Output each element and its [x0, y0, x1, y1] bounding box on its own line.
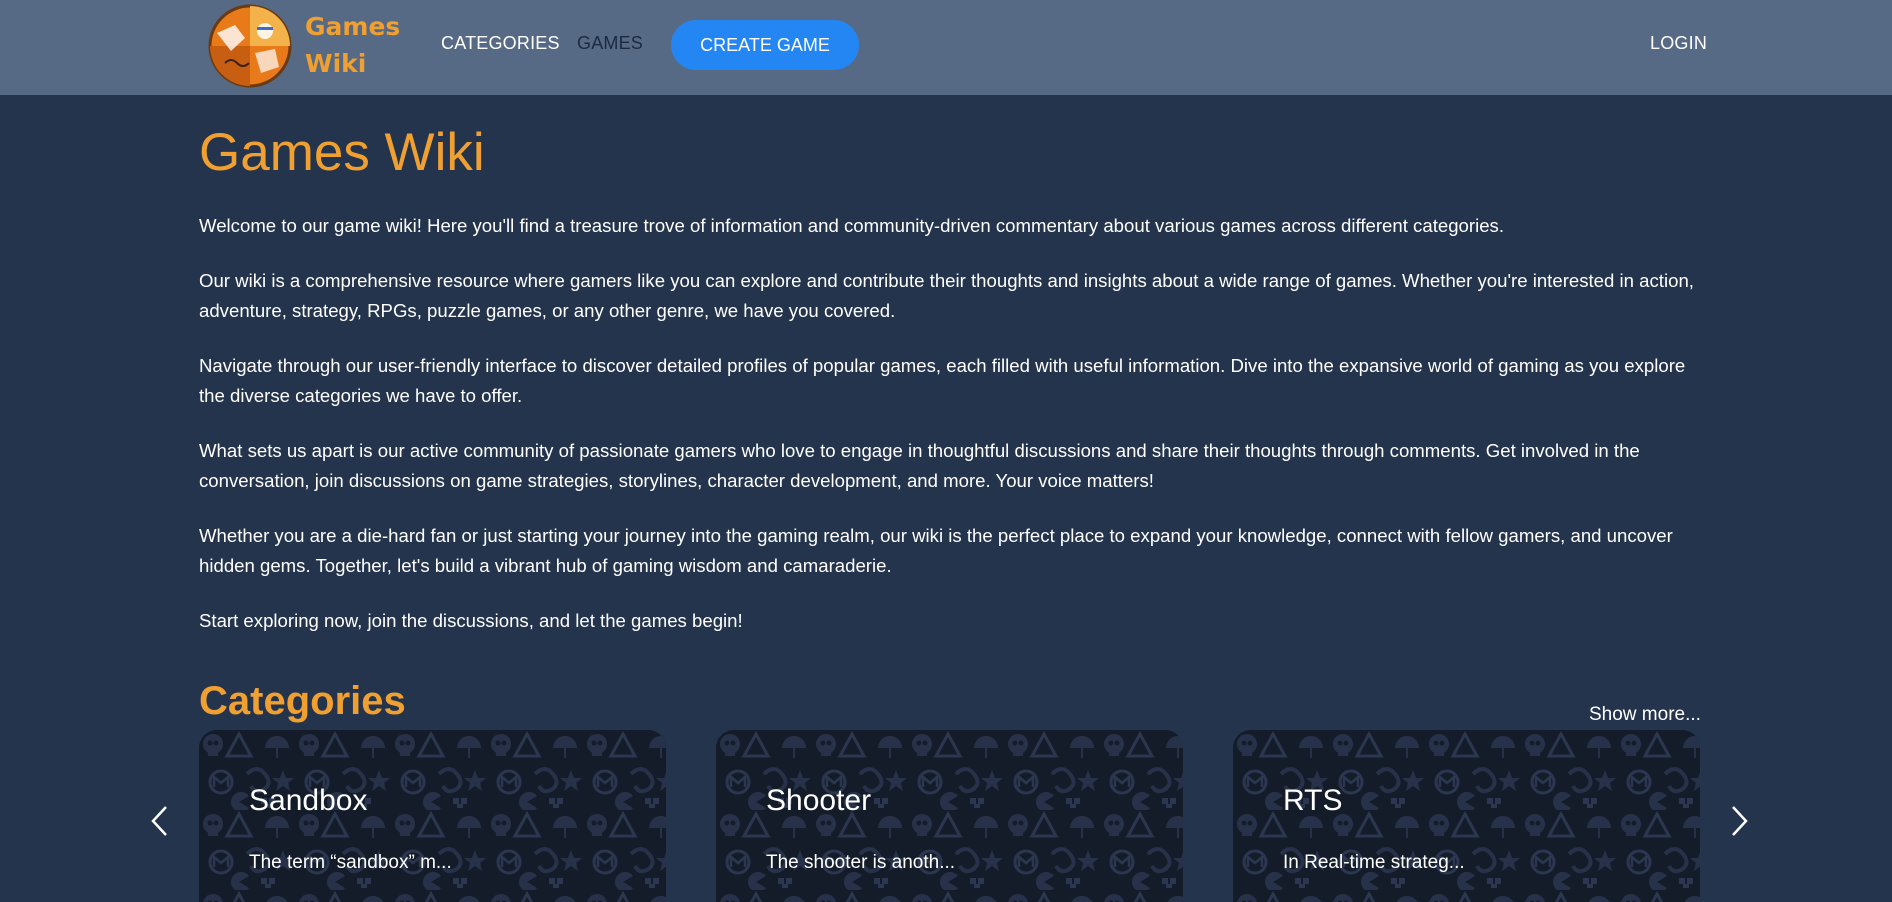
category-card-rts[interactable]: RTS In Real-time strateg...: [1233, 730, 1700, 902]
category-card-description: The term “sandbox” m...: [249, 852, 452, 873]
brand-line-2: Wiki: [305, 49, 367, 78]
intro-text: Welcome to our game wiki! Here you'll fi…: [199, 211, 1699, 661]
category-card-title: RTS: [1283, 784, 1343, 817]
intro-paragraph: Our wiki is a comprehensive resource whe…: [199, 270, 1694, 321]
brand-line-1: Games: [305, 12, 401, 41]
create-game-button[interactable]: CREATE GAME: [671, 20, 859, 70]
chevron-left-icon[interactable]: [148, 804, 172, 838]
brand-name[interactable]: Games Wiki: [305, 8, 400, 82]
intro-paragraph: Welcome to our game wiki! Here you'll fi…: [199, 215, 1505, 236]
chevron-right-icon[interactable]: [1727, 804, 1751, 838]
nav-categories-link[interactable]: CATEGORIES: [441, 33, 560, 54]
categories-heading: Categories: [199, 679, 406, 723]
login-link[interactable]: LOGIN: [1650, 33, 1707, 54]
intro-paragraph: Navigate through our user-friendly inter…: [199, 355, 1686, 406]
category-card-description: In Real-time strateg...: [1283, 852, 1465, 873]
show-more-link[interactable]: Show more...: [1589, 704, 1701, 726]
nav-games-link[interactable]: GAMES: [577, 33, 643, 54]
category-card-title: Shooter: [766, 784, 872, 817]
intro-paragraph: Start exploring now, join the discussion…: [199, 610, 743, 631]
games-wiki-logo[interactable]: [205, 3, 295, 89]
page-title: Games Wiki: [199, 123, 485, 182]
category-card-shooter[interactable]: Shooter The shooter is anoth...: [716, 730, 1183, 902]
category-card-title: Sandbox: [249, 784, 368, 817]
category-card-description: The shooter is anoth...: [766, 852, 956, 873]
category-card-sandbox[interactable]: Sandbox The term “sandbox” m...: [199, 730, 666, 902]
intro-paragraph: What sets us apart is our active communi…: [199, 440, 1640, 491]
intro-paragraph: Whether you are a die-hard fan or just s…: [199, 525, 1673, 576]
top-navbar: Games Wiki CATEGORIES GAMES CREATE GAME …: [0, 0, 1892, 95]
